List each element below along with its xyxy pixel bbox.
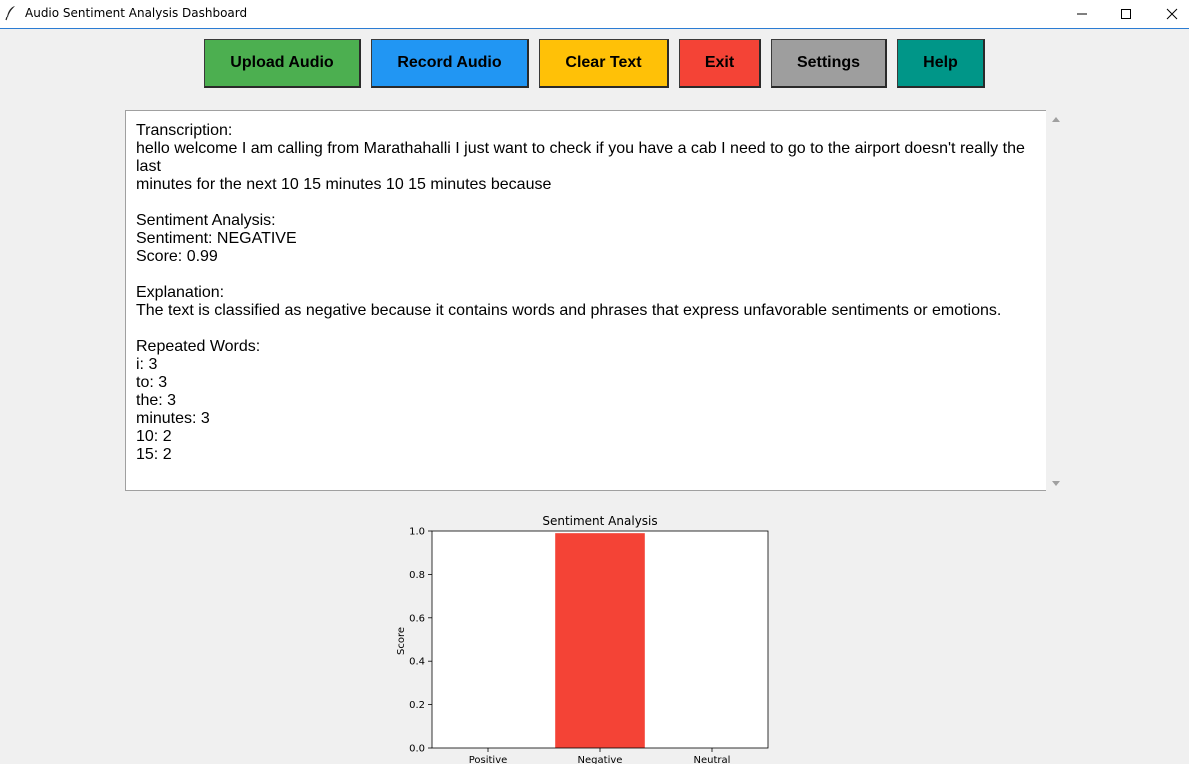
close-button[interactable] bbox=[1149, 0, 1189, 28]
chart-x-tick-label: Neutral bbox=[694, 755, 731, 764]
settings-button[interactable]: Settings bbox=[771, 39, 887, 88]
chart-y-tick-label: 0.8 bbox=[409, 570, 425, 581]
repeated-word-item: 15: 2 bbox=[136, 446, 172, 463]
chart-y-tick-label: 0.6 bbox=[409, 613, 425, 624]
chart-y-tick-label: 0.2 bbox=[409, 700, 425, 711]
repeated-word-item: the: 3 bbox=[136, 392, 177, 409]
vertical-scrollbar[interactable] bbox=[1046, 110, 1064, 491]
transcription-line: minutes for the next 10 15 minutes 10 15… bbox=[136, 176, 552, 193]
maximize-button[interactable] bbox=[1103, 0, 1149, 28]
window-title: Audio Sentiment Analysis Dashboard bbox=[25, 6, 248, 20]
score-value: Score: 0.99 bbox=[136, 248, 218, 265]
output-text-area[interactable]: Transcription: hello welcome I am callin… bbox=[125, 110, 1046, 491]
exit-button[interactable]: Exit bbox=[679, 39, 761, 88]
upload-audio-button[interactable]: Upload Audio bbox=[204, 39, 361, 88]
explanation-heading: Explanation: bbox=[136, 284, 225, 301]
help-button[interactable]: Help bbox=[897, 39, 985, 88]
scroll-down-arrow-icon[interactable] bbox=[1051, 480, 1061, 488]
record-audio-button[interactable]: Record Audio bbox=[371, 39, 529, 88]
chart-x-tick-label: Positive bbox=[469, 755, 508, 764]
clear-text-button[interactable]: Clear Text bbox=[539, 39, 669, 88]
chart-y-axis-label: Score bbox=[396, 627, 407, 655]
feather-icon bbox=[5, 6, 15, 21]
sentiment-heading: Sentiment Analysis: bbox=[136, 212, 276, 229]
minimize-button[interactable] bbox=[1059, 0, 1105, 28]
repeated-word-item: 10: 2 bbox=[136, 428, 172, 445]
repeated-words-heading: Repeated Words: bbox=[136, 338, 261, 355]
maximize-icon bbox=[1121, 9, 1131, 19]
transcription-line: hello welcome I am calling from Marathah… bbox=[136, 140, 1030, 175]
scroll-up-arrow-icon[interactable] bbox=[1051, 115, 1061, 123]
window-titlebar: Audio Sentiment Analysis Dashboard bbox=[0, 0, 1189, 29]
chart-y-tick-label: 0.4 bbox=[409, 657, 425, 668]
repeated-word-item: minutes: 3 bbox=[136, 410, 210, 427]
transcription-heading: Transcription: bbox=[136, 122, 233, 139]
chart-y-tick-label: 1.0 bbox=[409, 527, 425, 538]
chart-title: Sentiment Analysis bbox=[542, 514, 657, 528]
chart-bar bbox=[555, 533, 645, 748]
chart-x-tick-label: Negative bbox=[578, 755, 623, 764]
repeated-word-item: to: 3 bbox=[136, 374, 168, 391]
sentiment-value: Sentiment: NEGATIVE bbox=[136, 230, 297, 247]
repeated-word-item: i: 3 bbox=[136, 356, 158, 373]
sentiment-bar-chart: Sentiment Analysis Score Positive Negativ… bbox=[396, 514, 769, 764]
minimize-icon bbox=[1077, 13, 1087, 15]
close-icon bbox=[1166, 8, 1178, 20]
explanation-text: The text is classified as negative becau… bbox=[136, 302, 1002, 319]
chart-y-tick-label: 0.0 bbox=[409, 744, 425, 755]
